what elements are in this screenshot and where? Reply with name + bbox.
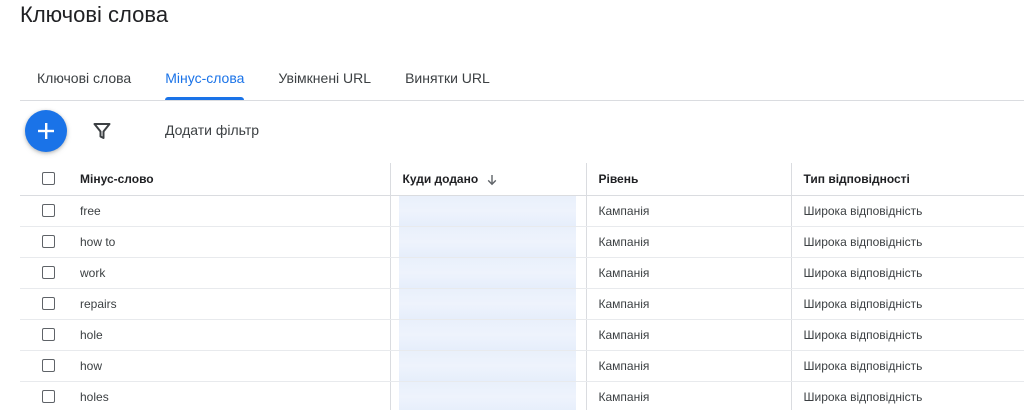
row-checkbox[interactable] xyxy=(42,390,55,403)
tab-url-exclusions[interactable]: Винятки URL xyxy=(388,56,507,100)
row-checkbox[interactable] xyxy=(42,235,55,248)
row-checkbox[interactable] xyxy=(42,328,55,341)
row-checkbox[interactable] xyxy=(42,204,55,217)
level-cell: Кампанія xyxy=(585,381,791,410)
redacted-area xyxy=(398,226,576,256)
redacted-area xyxy=(398,288,576,318)
row-checkbox[interactable] xyxy=(42,266,55,279)
column-header-added-to[interactable]: Куди додано xyxy=(389,163,586,196)
row-select-cell xyxy=(20,288,68,320)
match-type-cell: Широка відповідність xyxy=(790,350,1024,382)
tab-keywords[interactable]: Ключові слова xyxy=(20,56,148,100)
keyword-cell: repairs xyxy=(68,288,390,320)
added-to-cell xyxy=(389,381,586,410)
table-row: hole Кампанія Широка відповідність xyxy=(20,319,1024,351)
row-checkbox[interactable] xyxy=(42,297,55,310)
row-select-cell xyxy=(20,319,68,351)
table-row: repairs Кампанія Широка відповідність xyxy=(20,288,1024,320)
keyword-cell: how xyxy=(68,350,390,382)
keyword-cell: free xyxy=(68,195,390,227)
added-to-cell xyxy=(389,350,586,382)
column-header-keyword-label: Мінус-слово xyxy=(80,171,154,186)
redacted-area xyxy=(398,257,576,287)
table-row: work Кампанія Широка відповідність xyxy=(20,257,1024,289)
row-select-cell xyxy=(20,350,68,382)
row-select-cell xyxy=(20,257,68,289)
select-all-cell xyxy=(20,163,68,196)
row-select-cell xyxy=(20,381,68,410)
negative-keywords-page: Ключові слова Ключові слова Мінус-слова … xyxy=(0,0,1024,410)
filter-icon xyxy=(93,123,111,139)
select-all-checkbox[interactable] xyxy=(42,172,55,186)
match-type-cell: Широка відповідність xyxy=(790,288,1024,320)
add-filter-button[interactable]: Додати фільтр xyxy=(165,122,259,138)
redacted-area xyxy=(398,350,576,380)
redacted-area xyxy=(398,195,576,225)
table-row: how to Кампанія Широка відповідність xyxy=(20,226,1024,258)
column-header-level[interactable]: Рівень xyxy=(585,163,791,196)
match-type-cell: Широка відповідність xyxy=(790,381,1024,410)
level-cell: Кампанія xyxy=(585,195,791,227)
tab-negative-keywords[interactable]: Мінус-слова xyxy=(148,56,261,100)
table-header-row: Мінус-слово Куди додано Рівень Тип відпо… xyxy=(20,163,1024,196)
tab-bar: Ключові слова Мінус-слова Увімкнені URL … xyxy=(20,56,507,100)
level-cell: Кампанія xyxy=(585,257,791,289)
negative-keywords-table: Мінус-слово Куди додано Рівень Тип відпо… xyxy=(20,163,1024,410)
added-to-cell xyxy=(389,226,586,258)
match-type-cell: Широка відповідність xyxy=(790,195,1024,227)
toolbar: Додати фільтр xyxy=(20,101,1024,161)
level-cell: Кампанія xyxy=(585,350,791,382)
row-checkbox[interactable] xyxy=(42,359,55,372)
table-row: holes Кампанія Широка відповідність xyxy=(20,381,1024,410)
keyword-cell: hole xyxy=(68,319,390,351)
level-cell: Кампанія xyxy=(585,288,791,320)
column-header-added-to-label: Куди додано xyxy=(402,171,479,186)
column-header-level-label: Рівень xyxy=(598,171,639,186)
added-to-cell xyxy=(389,257,586,289)
added-to-cell xyxy=(389,288,586,320)
column-header-match-type-label: Тип відповідності xyxy=(803,171,910,186)
level-cell: Кампанія xyxy=(585,319,791,351)
column-header-keyword[interactable]: Мінус-слово xyxy=(68,163,390,196)
tab-included-urls[interactable]: Увімкнені URL xyxy=(261,56,388,100)
table-row: how Кампанія Широка відповідність xyxy=(20,350,1024,382)
arrow-down-icon xyxy=(487,174,497,185)
table-row: free Кампанія Широка відповідність xyxy=(20,195,1024,227)
added-to-cell xyxy=(389,195,586,227)
row-select-cell xyxy=(20,226,68,258)
page-title: Ключові слова xyxy=(20,2,169,27)
plus-icon xyxy=(38,123,54,139)
redacted-area xyxy=(398,319,576,349)
match-type-cell: Широка відповідність xyxy=(790,319,1024,351)
row-select-cell xyxy=(20,195,68,227)
keyword-cell: how to xyxy=(68,226,390,258)
filter-button[interactable] xyxy=(90,119,114,143)
added-to-cell xyxy=(389,319,586,351)
keyword-cell: holes xyxy=(68,381,390,410)
redacted-area xyxy=(398,381,576,410)
keyword-cell: work xyxy=(68,257,390,289)
add-button[interactable] xyxy=(25,110,67,152)
match-type-cell: Широка відповідність xyxy=(790,257,1024,289)
level-cell: Кампанія xyxy=(585,226,791,258)
match-type-cell: Широка відповідність xyxy=(790,226,1024,258)
column-header-match-type[interactable]: Тип відповідності xyxy=(790,163,1024,196)
